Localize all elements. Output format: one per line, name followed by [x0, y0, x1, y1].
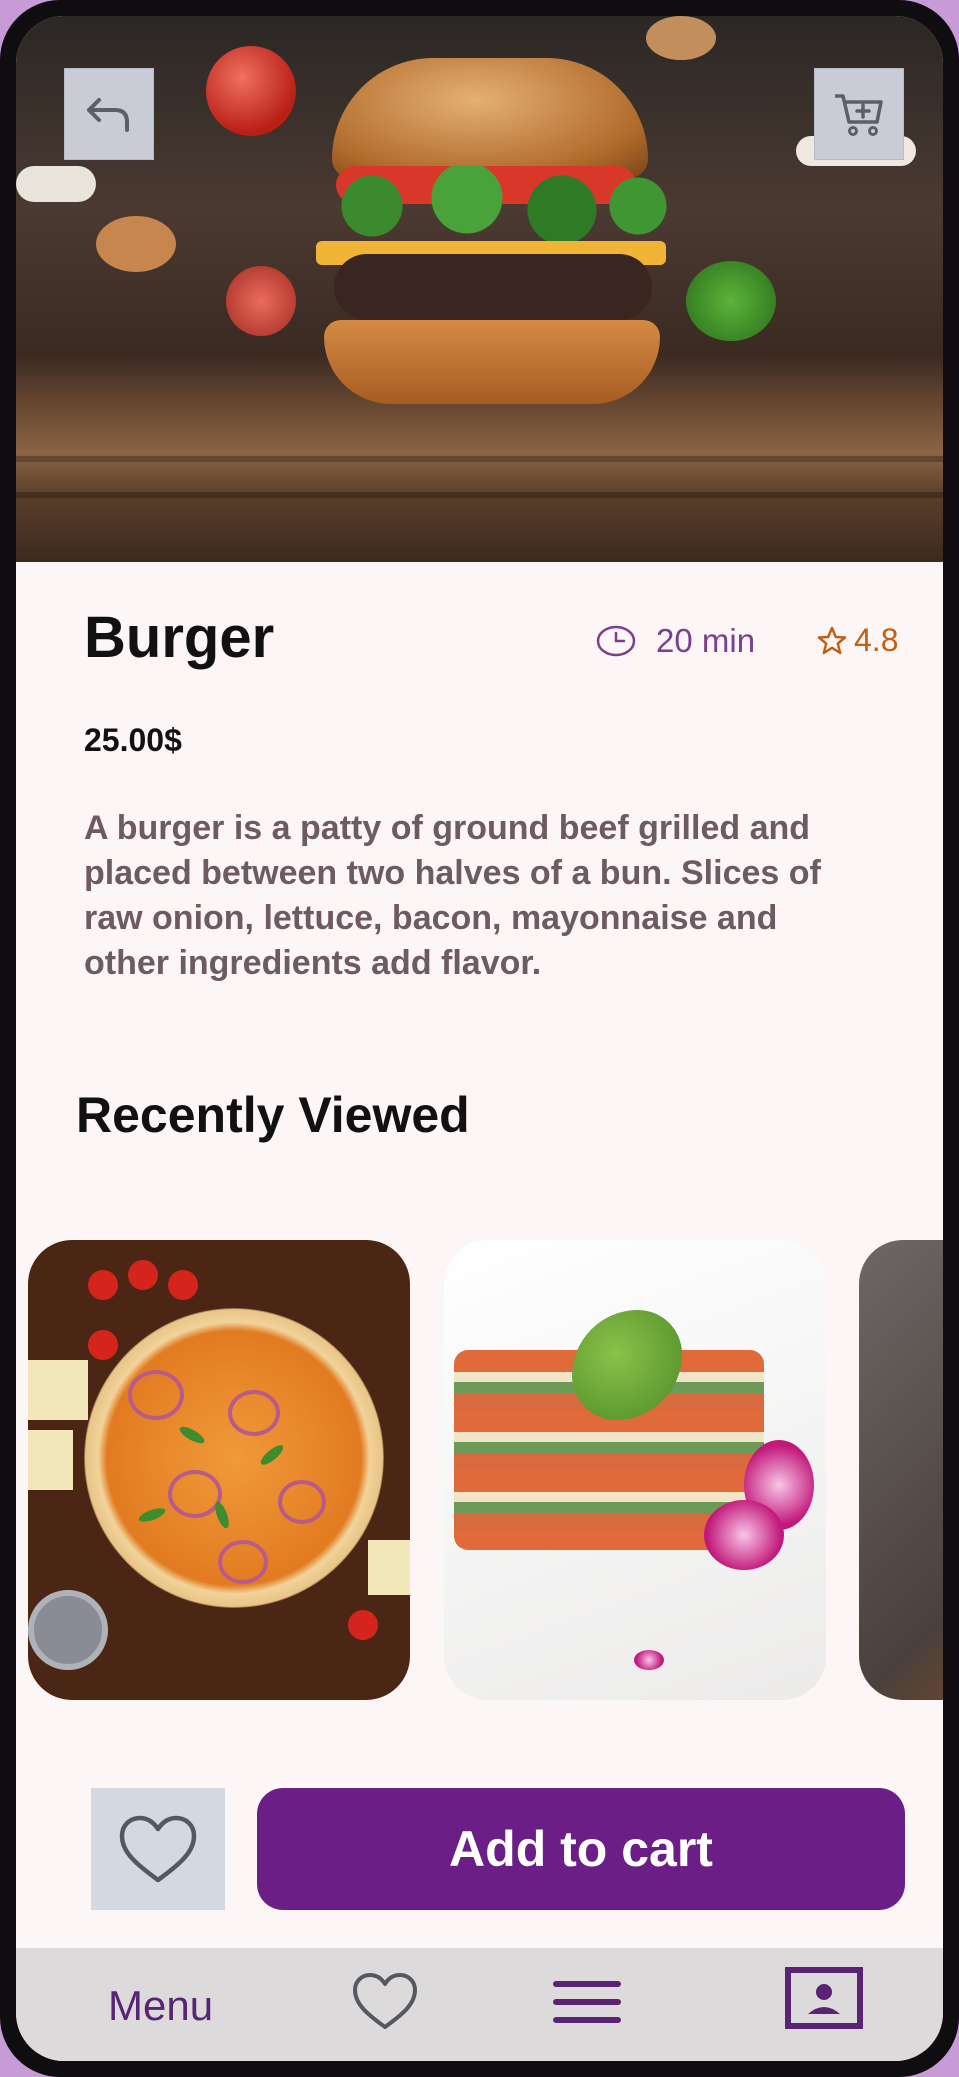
phone-frame: Burger 20 min 4.8 25.00$ A burger is a p… — [0, 0, 959, 2077]
recent-item-pizza[interactable] — [28, 1240, 410, 1700]
recent-item-partial[interactable] — [859, 1240, 943, 1700]
clock-icon — [596, 625, 636, 657]
cart-button[interactable] — [814, 68, 904, 160]
add-to-cart-button[interactable]: Add to cart — [257, 1788, 905, 1910]
rating-value: 4.8 — [854, 622, 899, 658]
rating: 4.8 — [816, 622, 898, 659]
hero-image-burger — [16, 16, 943, 562]
product-title: Burger — [84, 605, 275, 670]
heart-icon — [119, 1815, 197, 1883]
nav-profile-icon[interactable] — [784, 1966, 864, 2030]
nav-favorites-icon[interactable] — [350, 1970, 420, 2032]
prep-time: 20 min — [596, 622, 755, 660]
screen: Burger 20 min 4.8 25.00$ A burger is a p… — [16, 16, 943, 2061]
product-description: A burger is a patty of ground beef grill… — [84, 809, 821, 982]
cart-add-icon — [835, 94, 883, 136]
star-icon — [817, 626, 847, 654]
nav-list-icon[interactable] — [552, 1978, 622, 2026]
nav-menu-tab[interactable]: Menu — [108, 1982, 213, 2030]
recent-item-lasagna[interactable] — [444, 1240, 826, 1700]
product-price: 25.00$ — [84, 722, 182, 758]
favorite-button[interactable] — [91, 1788, 225, 1910]
recently-viewed-heading: Recently Viewed — [76, 1087, 470, 1143]
prep-time-value: 20 min — [656, 622, 756, 659]
back-arrow-icon — [87, 98, 129, 132]
bottom-nav: Menu — [16, 1948, 943, 2061]
back-button[interactable] — [64, 68, 154, 160]
